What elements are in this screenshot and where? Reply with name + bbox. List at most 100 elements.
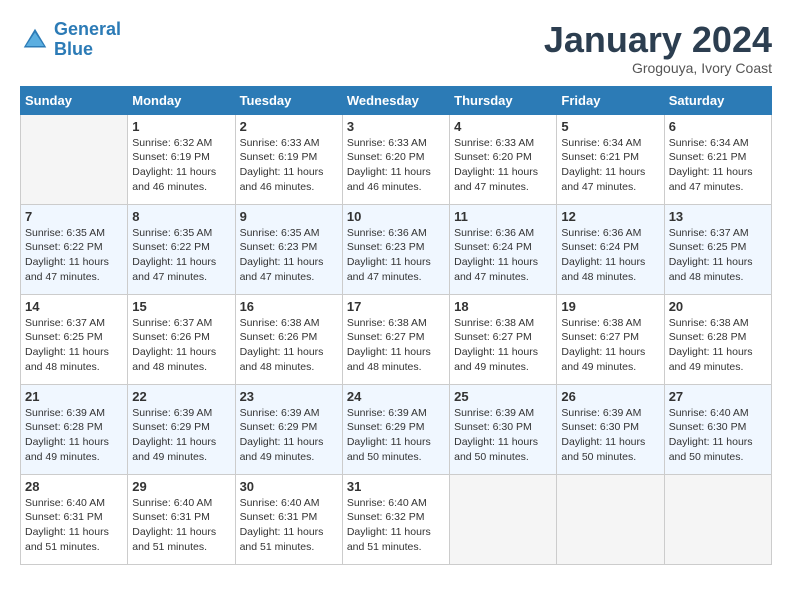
header-row: SundayMondayTuesdayWednesdayThursdayFrid… xyxy=(21,86,772,114)
day-number: 10 xyxy=(347,209,445,224)
weekday-header: Sunday xyxy=(21,86,128,114)
calendar-cell: 29Sunrise: 6:40 AM Sunset: 6:31 PM Dayli… xyxy=(128,474,235,564)
calendar-cell: 31Sunrise: 6:40 AM Sunset: 6:32 PM Dayli… xyxy=(342,474,449,564)
day-number: 31 xyxy=(347,479,445,494)
day-number: 19 xyxy=(561,299,659,314)
calendar-cell: 26 Sunrise: 6:39 AM Sunset: 6:30 PM Dayli… xyxy=(557,384,664,474)
day-number: 16 xyxy=(240,299,338,314)
day-info: Sunrise: 6:40 AM Sunset: 6:31 PM Dayligh… xyxy=(25,496,123,555)
page-header: General Blue January 2024 Grogouya, Ivor… xyxy=(20,20,772,76)
day-number: 11 xyxy=(454,209,552,224)
weekday-header: Wednesday xyxy=(342,86,449,114)
month-title: January 2024 xyxy=(544,20,772,60)
day-number: 14 xyxy=(25,299,123,314)
day-info: Sunrise: 6:40 AM Sunset: 6:31 PM Dayligh… xyxy=(240,496,338,555)
day-info: Sunrise: 6:35 AM Sunset: 6:22 PM Dayligh… xyxy=(132,226,230,285)
calendar-cell: 21 Sunrise: 6:39 AM Sunset: 6:28 PM Dayli… xyxy=(21,384,128,474)
weekday-header: Tuesday xyxy=(235,86,342,114)
day-number: 5 xyxy=(561,119,659,134)
calendar-cell: 15Sunrise: 6:37 AM Sunset: 6:26 PM Dayli… xyxy=(128,294,235,384)
calendar-cell xyxy=(21,114,128,204)
calendar-cell: 23Sunrise: 6:39 AM Sunset: 6:29 PM Dayli… xyxy=(235,384,342,474)
calendar-cell: 12 Sunrise: 6:36 AM Sunset: 6:24 PM Dayli… xyxy=(557,204,664,294)
weekday-header: Monday xyxy=(128,86,235,114)
day-number: 26 xyxy=(561,389,659,404)
calendar-cell: 30 Sunrise: 6:40 AM Sunset: 6:31 PM Dayli… xyxy=(235,474,342,564)
day-number: 30 xyxy=(240,479,338,494)
weekday-header: Friday xyxy=(557,86,664,114)
day-info: Sunrise: 6:36 AM Sunset: 6:24 PM Dayligh… xyxy=(454,226,552,285)
day-number: 6 xyxy=(669,119,767,134)
day-number: 28 xyxy=(25,479,123,494)
calendar-cell: 11 Sunrise: 6:36 AM Sunset: 6:24 PM Dayli… xyxy=(450,204,557,294)
calendar-cell: 19Sunrise: 6:38 AM Sunset: 6:27 PM Dayli… xyxy=(557,294,664,384)
day-info: Sunrise: 6:39 AM Sunset: 6:30 PM Dayligh… xyxy=(454,406,552,465)
calendar-cell xyxy=(557,474,664,564)
day-number: 12 xyxy=(561,209,659,224)
calendar-cell: 2 Sunrise: 6:33 AM Sunset: 6:19 PM Daylig… xyxy=(235,114,342,204)
day-number: 23 xyxy=(240,389,338,404)
day-info: Sunrise: 6:35 AM Sunset: 6:23 PM Dayligh… xyxy=(240,226,338,285)
day-info: Sunrise: 6:38 AM Sunset: 6:28 PM Dayligh… xyxy=(669,316,767,375)
calendar-cell: 9 Sunrise: 6:35 AM Sunset: 6:23 PM Daylig… xyxy=(235,204,342,294)
calendar-cell: 25 Sunrise: 6:39 AM Sunset: 6:30 PM Dayli… xyxy=(450,384,557,474)
day-number: 13 xyxy=(669,209,767,224)
day-info: Sunrise: 6:39 AM Sunset: 6:30 PM Dayligh… xyxy=(561,406,659,465)
day-info: Sunrise: 6:39 AM Sunset: 6:29 PM Dayligh… xyxy=(347,406,445,465)
calendar-week-row: 14 Sunrise: 6:37 AM Sunset: 6:25 PM Dayli… xyxy=(21,294,772,384)
logo-text: General Blue xyxy=(54,20,121,60)
day-number: 18 xyxy=(454,299,552,314)
day-number: 15 xyxy=(132,299,230,314)
day-number: 20 xyxy=(669,299,767,314)
day-number: 7 xyxy=(25,209,123,224)
calendar-week-row: 1Sunrise: 6:32 AM Sunset: 6:19 PM Daylig… xyxy=(21,114,772,204)
calendar-cell: 6Sunrise: 6:34 AM Sunset: 6:21 PM Daylig… xyxy=(664,114,771,204)
weekday-header: Thursday xyxy=(450,86,557,114)
day-info: Sunrise: 6:39 AM Sunset: 6:28 PM Dayligh… xyxy=(25,406,123,465)
day-info: Sunrise: 6:34 AM Sunset: 6:21 PM Dayligh… xyxy=(561,136,659,195)
calendar-cell: 17Sunrise: 6:38 AM Sunset: 6:27 PM Dayli… xyxy=(342,294,449,384)
calendar-cell: 10 Sunrise: 6:36 AM Sunset: 6:23 PM Dayli… xyxy=(342,204,449,294)
calendar-cell: 28 Sunrise: 6:40 AM Sunset: 6:31 PM Dayli… xyxy=(21,474,128,564)
day-info: Sunrise: 6:35 AM Sunset: 6:22 PM Dayligh… xyxy=(25,226,123,285)
calendar-cell: 16Sunrise: 6:38 AM Sunset: 6:26 PM Dayli… xyxy=(235,294,342,384)
calendar-cell: 7 Sunrise: 6:35 AM Sunset: 6:22 PM Daylig… xyxy=(21,204,128,294)
calendar-cell: 22Sunrise: 6:39 AM Sunset: 6:29 PM Dayli… xyxy=(128,384,235,474)
calendar-cell: 14 Sunrise: 6:37 AM Sunset: 6:25 PM Dayli… xyxy=(21,294,128,384)
logo: General Blue xyxy=(20,20,121,60)
calendar-cell: 20 Sunrise: 6:38 AM Sunset: 6:28 PM Dayli… xyxy=(664,294,771,384)
day-number: 9 xyxy=(240,209,338,224)
day-info: Sunrise: 6:33 AM Sunset: 6:20 PM Dayligh… xyxy=(347,136,445,195)
logo-blue: Blue xyxy=(54,39,93,59)
day-number: 21 xyxy=(25,389,123,404)
calendar-week-row: 28 Sunrise: 6:40 AM Sunset: 6:31 PM Dayli… xyxy=(21,474,772,564)
title-area: January 2024 Grogouya, Ivory Coast xyxy=(544,20,772,76)
calendar-cell xyxy=(450,474,557,564)
calendar-cell: 27Sunrise: 6:40 AM Sunset: 6:30 PM Dayli… xyxy=(664,384,771,474)
calendar-cell: 24 Sunrise: 6:39 AM Sunset: 6:29 PM Dayli… xyxy=(342,384,449,474)
calendar-cell: 18 Sunrise: 6:38 AM Sunset: 6:27 PM Dayli… xyxy=(450,294,557,384)
day-info: Sunrise: 6:33 AM Sunset: 6:20 PM Dayligh… xyxy=(454,136,552,195)
day-info: Sunrise: 6:32 AM Sunset: 6:19 PM Dayligh… xyxy=(132,136,230,195)
day-number: 3 xyxy=(347,119,445,134)
day-info: Sunrise: 6:33 AM Sunset: 6:19 PM Dayligh… xyxy=(240,136,338,195)
day-info: Sunrise: 6:36 AM Sunset: 6:24 PM Dayligh… xyxy=(561,226,659,285)
day-info: Sunrise: 6:36 AM Sunset: 6:23 PM Dayligh… xyxy=(347,226,445,285)
calendar-cell: 1Sunrise: 6:32 AM Sunset: 6:19 PM Daylig… xyxy=(128,114,235,204)
day-info: Sunrise: 6:37 AM Sunset: 6:25 PM Dayligh… xyxy=(669,226,767,285)
day-info: Sunrise: 6:39 AM Sunset: 6:29 PM Dayligh… xyxy=(132,406,230,465)
calendar-cell xyxy=(664,474,771,564)
day-number: 24 xyxy=(347,389,445,404)
logo-icon xyxy=(20,25,50,55)
calendar-table: SundayMondayTuesdayWednesdayThursdayFrid… xyxy=(20,86,772,565)
day-number: 2 xyxy=(240,119,338,134)
day-info: Sunrise: 6:38 AM Sunset: 6:27 PM Dayligh… xyxy=(347,316,445,375)
day-number: 8 xyxy=(132,209,230,224)
day-number: 25 xyxy=(454,389,552,404)
day-info: Sunrise: 6:38 AM Sunset: 6:27 PM Dayligh… xyxy=(454,316,552,375)
weekday-header: Saturday xyxy=(664,86,771,114)
calendar-cell: 8 Sunrise: 6:35 AM Sunset: 6:22 PM Daylig… xyxy=(128,204,235,294)
day-number: 29 xyxy=(132,479,230,494)
day-info: Sunrise: 6:37 AM Sunset: 6:25 PM Dayligh… xyxy=(25,316,123,375)
day-number: 27 xyxy=(669,389,767,404)
